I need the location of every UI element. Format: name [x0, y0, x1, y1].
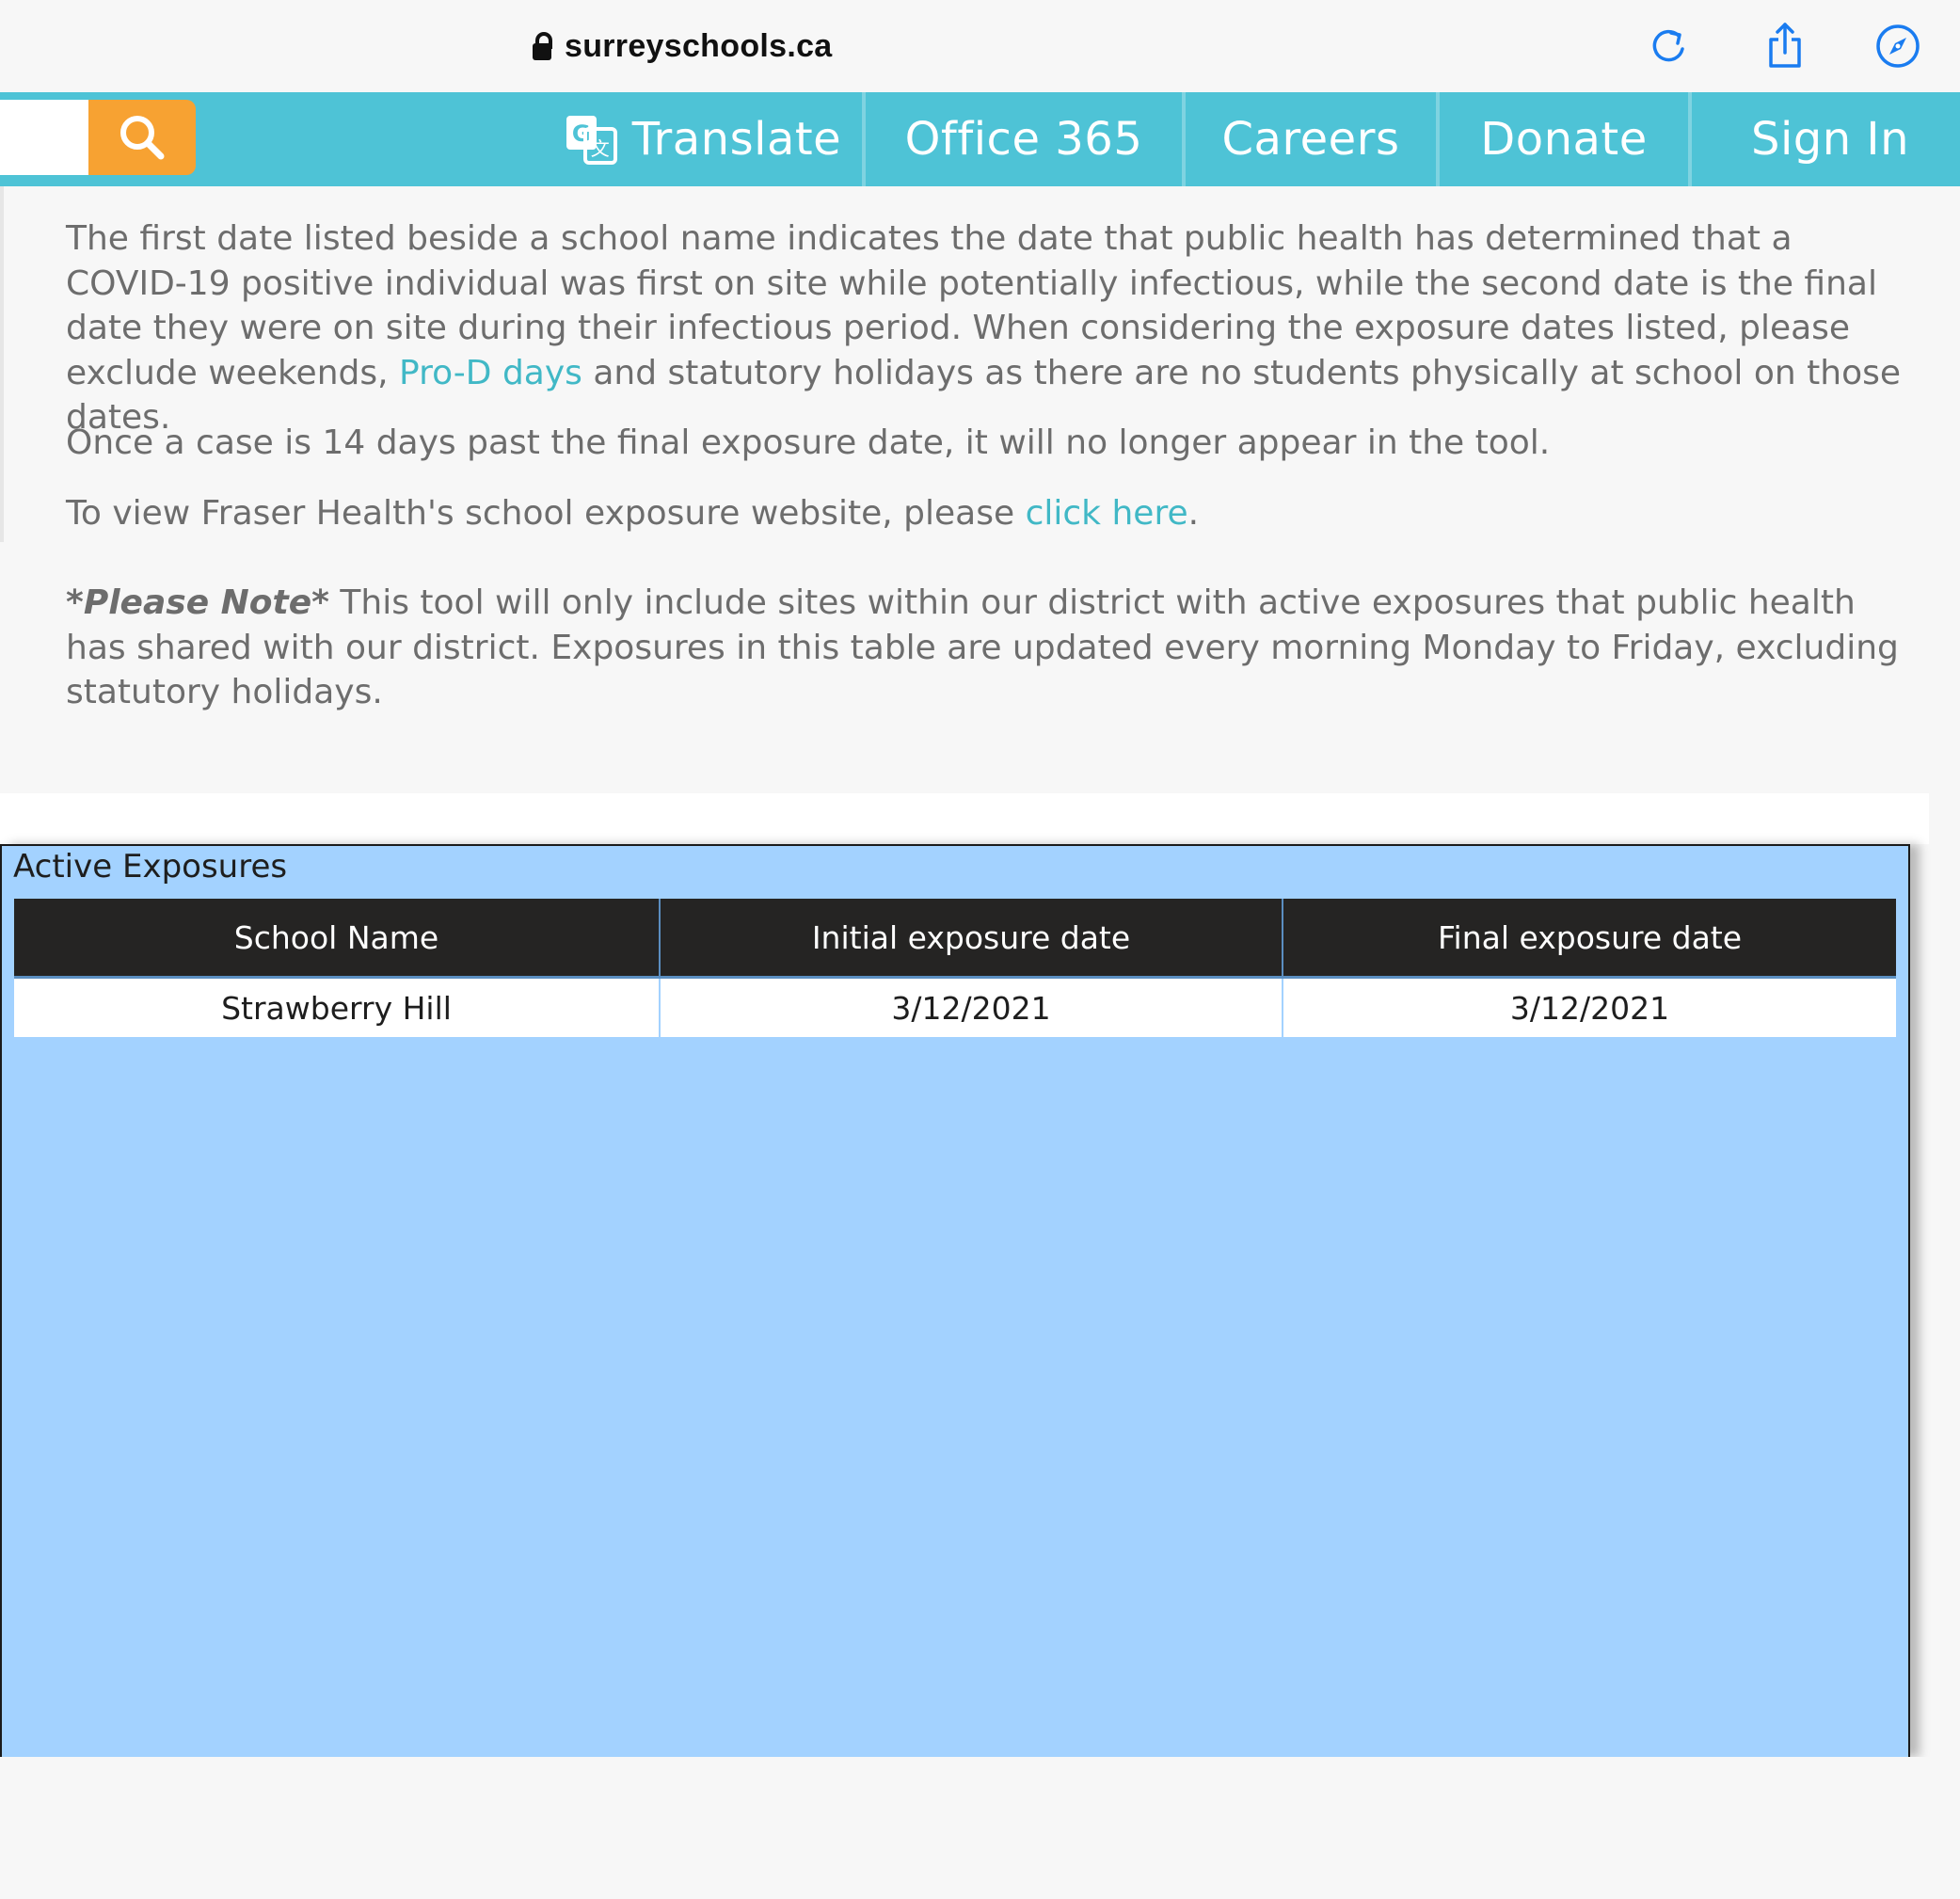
search-input[interactable] — [0, 100, 88, 175]
nav-sign-in-label: Sign In — [1750, 113, 1909, 166]
para3-text: To view Fraser Health's school exposure … — [66, 494, 1026, 533]
nav-translate-label: Translate — [631, 113, 842, 166]
active-exposures-panel: Active Exposures School Name Initial exp… — [0, 844, 1910, 1757]
nav-sign-in[interactable]: Sign In — [1692, 92, 1960, 186]
nav-translate[interactable]: G 文 Translate — [544, 92, 862, 186]
translate-icon: G 文 — [566, 116, 617, 165]
nav-careers[interactable]: Careers — [1186, 92, 1436, 186]
reload-icon[interactable] — [1643, 21, 1694, 72]
address-bar[interactable]: surreyschools.ca — [533, 21, 833, 72]
please-note-label: *Please Note* — [66, 583, 329, 622]
nav-office-365-label: Office 365 — [904, 113, 1143, 166]
svg-text:G: G — [572, 120, 591, 147]
fourteen-days-paragraph: Once a case is 14 days past the final ex… — [66, 423, 1551, 462]
search-icon — [120, 116, 165, 160]
column-header-final-date[interactable]: Final exposure date — [1283, 899, 1896, 979]
final-date-cell: 3/12/2021 — [1283, 977, 1896, 1037]
nav-donate-label: Donate — [1480, 113, 1648, 166]
exposure-dates-paragraph: The first date listed beside a school na… — [66, 216, 1920, 440]
column-header-school-name[interactable]: School Name — [14, 899, 661, 979]
table-row: Strawberry Hill 3/12/2021 3/12/2021 — [14, 977, 1896, 1037]
compass-icon[interactable] — [1872, 21, 1923, 72]
left-rule — [0, 186, 4, 542]
share-icon[interactable] — [1760, 21, 1810, 72]
please-note-text: This tool will only include sites within… — [66, 583, 1899, 711]
nav-careers-label: Careers — [1221, 113, 1400, 166]
table-header-row: School Name Initial exposure date Final … — [14, 899, 1896, 979]
site-nav: G 文 Translate Office 365 Careers Donate … — [0, 92, 1960, 186]
exposures-table: School Name Initial exposure date Final … — [14, 899, 1896, 1037]
report-top-band — [0, 793, 1929, 844]
click-here-link[interactable]: click here — [1026, 494, 1188, 533]
browser-bar: surreyschools.ca — [0, 0, 1960, 92]
nav-donate[interactable]: Donate — [1440, 92, 1688, 186]
search-button[interactable] — [88, 100, 196, 175]
page-bottom — [0, 1757, 1960, 1899]
pro-d-days-link[interactable]: Pro-D days — [399, 354, 582, 392]
school-name-cell: Strawberry Hill — [14, 977, 661, 1037]
initial-date-cell: 3/12/2021 — [660, 977, 1283, 1037]
url-text: surreyschools.ca — [565, 27, 833, 64]
please-note-paragraph: *Please Note* This tool will only includ… — [66, 581, 1920, 715]
para3-period: . — [1187, 494, 1200, 533]
column-header-initial-date[interactable]: Initial exposure date — [660, 899, 1283, 979]
nav-office-365[interactable]: Office 365 — [866, 92, 1182, 186]
svg-text:文: 文 — [591, 137, 611, 160]
fraser-health-paragraph: To view Fraser Health's school exposure … — [66, 491, 1920, 536]
panel-title: Active Exposures — [13, 848, 288, 886]
lock-icon — [533, 32, 552, 60]
